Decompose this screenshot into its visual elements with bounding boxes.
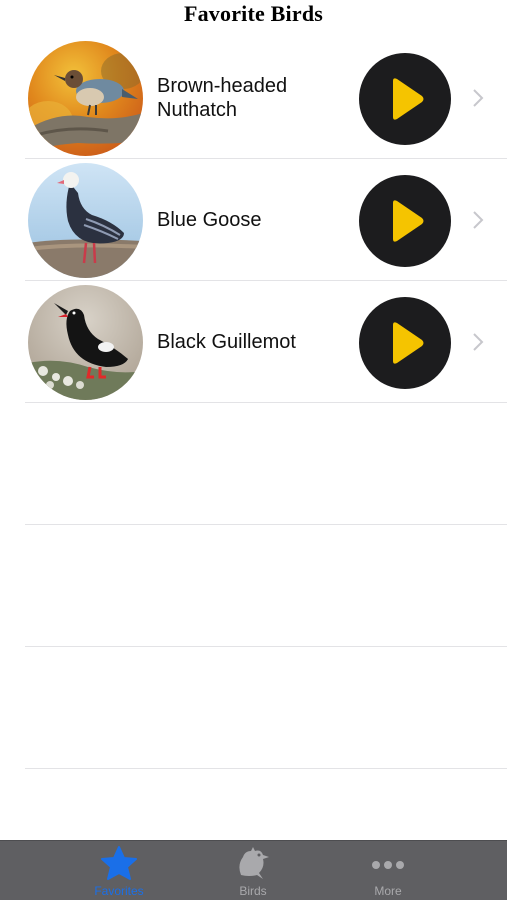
play-icon — [393, 322, 424, 364]
play-button[interactable] — [359, 297, 451, 389]
chevron-right-icon — [473, 333, 484, 351]
tab-label: Birds — [239, 884, 267, 898]
play-icon — [393, 78, 424, 120]
tab-label: More — [374, 884, 402, 898]
tab-favorites[interactable]: Favorites — [59, 841, 179, 900]
empty-row — [0, 525, 507, 647]
empty-row — [0, 647, 507, 769]
play-button[interactable] — [359, 175, 451, 267]
tab-more[interactable]: More — [328, 841, 448, 900]
list-item[interactable]: Brown-headed Nuthatch — [0, 37, 507, 159]
tab-label: Favorites — [94, 884, 144, 898]
page-title: Favorite Birds — [183, 1, 324, 26]
nuthatch-photo — [28, 41, 143, 156]
favorites-list: Brown-headed Nuthatch Blue Goose Black G… — [0, 37, 507, 769]
play-button[interactable] — [359, 53, 451, 145]
guillemot-photo — [28, 285, 143, 400]
star-icon — [101, 846, 137, 880]
chevron-right-icon — [473, 211, 484, 229]
bird-icon — [239, 847, 269, 879]
bird-name: Black Guillemot — [157, 331, 296, 353]
play-icon — [393, 200, 424, 242]
goose-photo — [28, 163, 143, 278]
list-item[interactable]: Blue Goose — [0, 159, 507, 281]
tab-bar: Favorites Birds More — [0, 840, 507, 900]
more-icon — [372, 861, 404, 869]
bird-name: Brown-headed Nuthatch — [157, 75, 288, 121]
bird-name: Blue Goose — [157, 209, 262, 231]
separator — [25, 768, 507, 769]
tab-birds[interactable]: Birds — [193, 841, 313, 900]
empty-row — [0, 403, 507, 525]
chevron-right-icon — [473, 89, 484, 107]
list-item[interactable]: Black Guillemot — [0, 281, 507, 403]
